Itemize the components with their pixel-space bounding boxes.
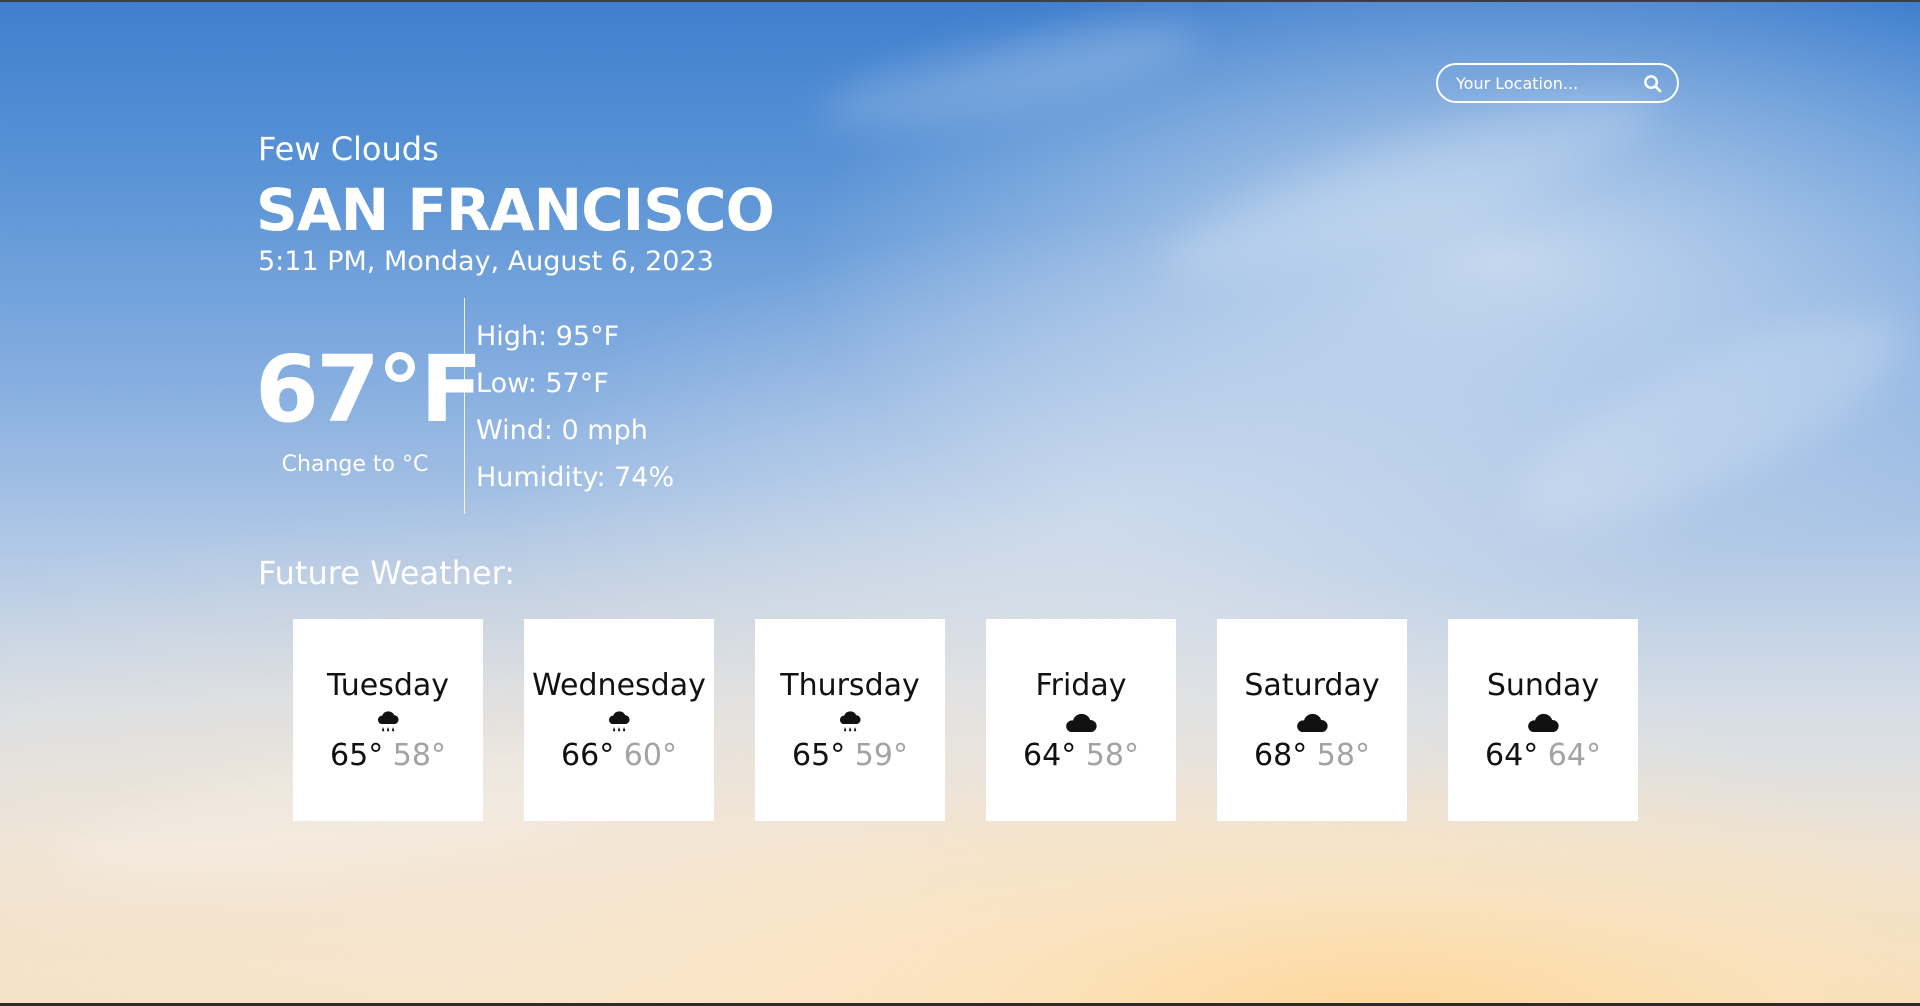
forecast-card: Friday 64° 58° bbox=[986, 619, 1176, 821]
forecast-day: Wednesday bbox=[532, 668, 706, 703]
low-temperature: Low: 57°F bbox=[476, 368, 609, 399]
weather-details: High: 95°F Low: 57°F Wind: 0 mph Humidit… bbox=[476, 317, 674, 505]
cloud-icon bbox=[1064, 708, 1098, 736]
forecast-low: 58° bbox=[1316, 738, 1370, 773]
cloud-icon bbox=[1526, 708, 1560, 736]
forecast-high: 65° bbox=[330, 738, 384, 773]
cloud-icon bbox=[1295, 708, 1329, 736]
forecast-list: Tuesday 65° 58° Wednesday 66° 60° Thursd… bbox=[293, 619, 1638, 821]
cloud-streak bbox=[816, 1, 1204, 149]
current-temperature-block: 67°F Change to °C bbox=[255, 336, 483, 478]
forecast-high: 64° bbox=[1023, 738, 1077, 773]
forecast-card: Tuesday 65° 58° bbox=[293, 619, 483, 821]
forecast-day: Thursday bbox=[780, 668, 920, 703]
forecast-card: Wednesday 66° 60° bbox=[524, 619, 714, 821]
forecast-temperatures: 65° 58° bbox=[330, 738, 446, 774]
vertical-divider bbox=[464, 298, 465, 514]
forecast-low: 58° bbox=[392, 738, 446, 773]
rain-cloud-icon bbox=[836, 708, 864, 736]
forecast-day: Friday bbox=[1035, 668, 1127, 703]
forecast-day: Saturday bbox=[1244, 668, 1380, 703]
rain-cloud-icon bbox=[374, 708, 402, 736]
weather-condition: Few Clouds bbox=[258, 130, 439, 168]
forecast-low: 58° bbox=[1085, 738, 1139, 773]
forecast-high: 66° bbox=[561, 738, 615, 773]
wind-speed: Wind: 0 mph bbox=[476, 415, 648, 446]
forecast-temperatures: 65° 59° bbox=[792, 738, 908, 774]
forecast-temperatures: 66° 60° bbox=[561, 738, 677, 774]
search-icon[interactable] bbox=[1641, 72, 1663, 94]
cloud-streak bbox=[1494, 276, 1920, 564]
forecast-card: Thursday 65° 59° bbox=[755, 619, 945, 821]
humidity: Humidity: 74% bbox=[476, 462, 675, 493]
location-search[interactable] bbox=[1436, 63, 1679, 103]
future-weather-heading: Future Weather: bbox=[258, 554, 516, 592]
unit-toggle-link[interactable]: Change to °C bbox=[255, 452, 455, 477]
forecast-card: Sunday 64° 64° bbox=[1448, 619, 1638, 821]
forecast-high: 65° bbox=[792, 738, 846, 773]
forecast-low: 60° bbox=[623, 738, 677, 773]
forecast-high: 64° bbox=[1485, 738, 1539, 773]
forecast-temperatures: 68° 58° bbox=[1254, 738, 1370, 774]
forecast-high: 68° bbox=[1254, 738, 1308, 773]
forecast-low: 59° bbox=[854, 738, 908, 773]
high-temperature: High: 95°F bbox=[476, 321, 620, 352]
window-top-border bbox=[0, 0, 1920, 2]
forecast-card: Saturday 68° 58° bbox=[1217, 619, 1407, 821]
date-time: 5:11 PM, Monday, August 6, 2023 bbox=[258, 246, 714, 277]
city-name: SAN FRANCISCO bbox=[256, 176, 775, 244]
forecast-temperatures: 64° 64° bbox=[1485, 738, 1601, 774]
forecast-day: Tuesday bbox=[326, 668, 450, 703]
rain-cloud-icon bbox=[605, 708, 633, 736]
location-search-input[interactable] bbox=[1456, 73, 1641, 93]
current-temperature: 67°F bbox=[255, 336, 483, 443]
forecast-day: Sunday bbox=[1486, 668, 1600, 703]
forecast-low: 64° bbox=[1547, 738, 1601, 773]
forecast-temperatures: 64° 58° bbox=[1023, 738, 1139, 774]
